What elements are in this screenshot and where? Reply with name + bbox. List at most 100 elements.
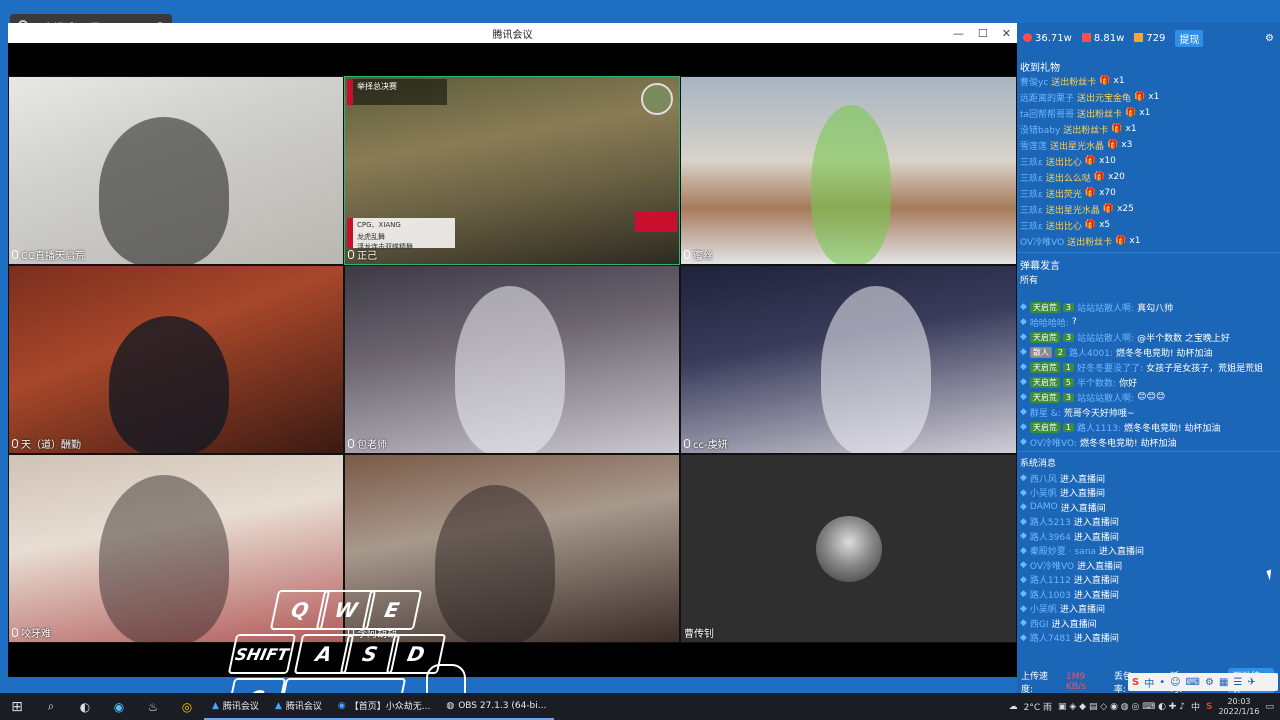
sys-user[interactable]: 西GI (1030, 617, 1049, 630)
participant-name: cc-虔妍 (693, 440, 728, 451)
user-level-icon: ◆ (1020, 603, 1027, 614)
danmu-row: ◆ 天启荒 1 路人1113: 燃冬冬电竞助! 劫杯加油 (1020, 419, 1276, 435)
video-tile[interactable]: 蜜丝 (680, 76, 1017, 265)
user-level-icon: ◆ (1020, 502, 1027, 512)
mic-icon (12, 628, 18, 637)
danmu-user[interactable]: 哈哈哈哈: (1030, 316, 1069, 329)
chrome-icon[interactable]: ◎ (176, 698, 198, 716)
video-tile[interactable]: 包老师 (344, 265, 680, 454)
taskbar-app-browser[interactable]: ◉ 【首页】小众劫无... (329, 693, 439, 720)
ime-punct-button[interactable]: • (1159, 677, 1165, 688)
lang-indicator[interactable]: 中 (1191, 700, 1200, 713)
gift-row: 三玖ε 送出荧光 🎁 x70 (1020, 185, 1276, 201)
ime-keyboard-icon[interactable]: ⌨ (1186, 677, 1200, 688)
ime-settings-icon[interactable]: ⚙ (1205, 677, 1214, 688)
video-tile-camera-off[interactable]: 曹传钊 (680, 454, 1017, 643)
user-level-icon: ◆ (1020, 392, 1027, 402)
danmu-user[interactable]: 路人1113: (1077, 421, 1121, 434)
sys-user[interactable]: DAMO (1030, 502, 1058, 512)
gift-action: 送出粉丝卡 (1051, 77, 1097, 88)
gift-user[interactable]: 没错baby (1020, 123, 1060, 136)
gift-user[interactable]: 雪莲莲 (1020, 139, 1047, 152)
video-tile[interactable]: 天（道）酬勤 (8, 265, 344, 454)
ime-s-icon[interactable]: S (1206, 702, 1212, 712)
gift-item-icon: 🎁 (1134, 92, 1146, 102)
sys-user[interactable]: 路人1112 (1030, 573, 1071, 586)
settings-icon[interactable]: ⚙ (1265, 33, 1274, 44)
gift-user[interactable]: 三玖ε (1020, 155, 1043, 168)
taskbar-app-obs[interactable]: ◍ OBS 27.1.3 (64-bi... (438, 693, 555, 720)
danmu-row: ◆ 哈哈哈哈:? (1020, 314, 1276, 330)
participant-name: 包老师 (357, 440, 387, 451)
app-icon[interactable]: ◐ (74, 698, 96, 716)
sys-user[interactable]: 小吴帆 (1030, 486, 1057, 499)
gift-user[interactable]: 曹俊yc (1020, 75, 1048, 88)
danmu-user[interactable]: 半个数数: (1077, 376, 1116, 389)
gift-row: 曹俊yc 送出粉丝卡 🎁 x1 (1020, 73, 1276, 89)
clock[interactable]: 20:03 2022/1/16 (1218, 697, 1259, 717)
taskbar: ⊞ ⌕ ◐ ◉ ♨ ◎ ▲ 腾讯会议 ▲ 腾讯会议 ◉ 【首页】小众劫无... ◍ OB… (0, 693, 1280, 720)
fan-level: 1 (1062, 422, 1075, 432)
taskbar-app-meeting-2[interactable]: ▲ 腾讯会议 (266, 693, 330, 720)
danmu-row: ◆ 天启荒 5 半个数数: 你好 (1020, 374, 1276, 390)
steam-icon[interactable]: ♨ (142, 698, 164, 716)
ime-lang-button[interactable]: 中 (1144, 675, 1154, 690)
gift-user[interactable]: 三玖ε (1020, 203, 1043, 216)
close-button[interactable]: ✕ (1002, 27, 1011, 40)
fan-badge: 天启荒 (1029, 391, 1060, 403)
sys-user[interactable]: 小吴帆 (1030, 602, 1057, 615)
ime-emoji-icon[interactable]: ☺ (1170, 677, 1180, 688)
fan-level: 1 (1062, 362, 1075, 372)
danmu-user[interactable]: OV冷唯VO: (1030, 436, 1077, 449)
taskbar-app-meeting[interactable]: ▲ 腾讯会议 (204, 693, 267, 720)
mic-icon (684, 439, 690, 448)
ime-tool-icon[interactable]: ✈ (1247, 677, 1255, 688)
sys-user[interactable]: 西八风 (1030, 472, 1057, 485)
sys-user[interactable]: 路人5213 (1030, 515, 1071, 528)
sys-user[interactable]: 路人3964 (1030, 530, 1071, 543)
sys-user[interactable]: OV冷唯VO (1030, 559, 1074, 572)
ime-menu-icon[interactable]: ☰ (1233, 677, 1242, 688)
gift-user[interactable]: OV冷唯VO (1020, 235, 1064, 248)
danmu-user[interactable]: 站站站散人啊: (1077, 301, 1134, 314)
user-level-icon: ◆ (1020, 362, 1027, 372)
edge-icon[interactable]: ◉ (108, 698, 130, 716)
browser-icon: ◉ (337, 700, 346, 711)
danmu-user[interactable]: 好冬冬要没了了: (1077, 361, 1143, 374)
user-level-icon: ◆ (1020, 317, 1027, 327)
search-icon[interactable]: ⌕ (40, 698, 62, 716)
sogou-logo-icon[interactable]: S (1132, 677, 1139, 688)
tray-icons[interactable]: ▣ ◈ ◆ ▤ ◇ ◉ ◍ ◎ ⌨ ◐ ✚ ♪ (1058, 702, 1185, 712)
notification-icon[interactable]: ▭ (1265, 702, 1274, 712)
video-tile-active[interactable]: 举择总决赛 CPG、XIANG 龙虎乱舞 浮龙连击双蝶精舞 正己 (344, 76, 680, 265)
video-tile[interactable]: cc-虔妍 (680, 265, 1017, 454)
video-tile[interactable]: CC直播天启荒 (8, 76, 344, 265)
gift-user[interactable]: ta回帮帮哥哥 (1020, 107, 1074, 120)
maximize-button[interactable]: ☐ (978, 27, 988, 40)
windows-start-icon[interactable]: ⊞ (6, 698, 28, 716)
danmu-row: ◆ 散人 2 路人4001: 燃冬冬电竞助! 劫杯加油 (1020, 344, 1276, 360)
danmu-user[interactable]: 站站站散人啊: (1077, 391, 1134, 404)
gift-action: 送出星光水晶 (1050, 141, 1105, 152)
danmu-user[interactable]: 站站站散人啊: (1077, 331, 1134, 344)
sys-user[interactable]: 秦殿妙夏 · sana (1030, 544, 1096, 557)
gift-user[interactable]: 三玖ε (1020, 187, 1043, 200)
gift-user[interactable]: 远距离的栗子 (1020, 91, 1074, 104)
gift-row: 三玖ε 送出星光水晶 🎁 x25 (1020, 201, 1276, 217)
stats-bar: 36.71w 8.81w 729 提现 ⚙ (1017, 23, 1280, 53)
ime-skin-icon[interactable]: ▦ (1219, 677, 1228, 688)
sys-user[interactable]: 路人1003 (1030, 588, 1071, 601)
minimize-button[interactable]: — (953, 27, 964, 40)
withdraw-button[interactable]: 提现 (1175, 29, 1204, 47)
gift-count: x25 (1117, 204, 1134, 214)
sys-user[interactable]: 路人7481 (1030, 631, 1071, 644)
key-shift: SHIFT (227, 634, 297, 674)
danmu-filter[interactable]: 所有 (1020, 273, 1038, 286)
upload-label: 上传速度: (1021, 672, 1049, 695)
fan-badge: 天启荒 (1029, 421, 1060, 433)
gift-user[interactable]: 三玖ε (1020, 219, 1043, 232)
gift-user[interactable]: 三玖ε (1020, 171, 1043, 184)
danmu-user[interactable]: 路人4001: (1069, 346, 1113, 359)
gift-count: x1 (1113, 76, 1125, 86)
danmu-user[interactable]: 群星 &: (1030, 406, 1061, 419)
